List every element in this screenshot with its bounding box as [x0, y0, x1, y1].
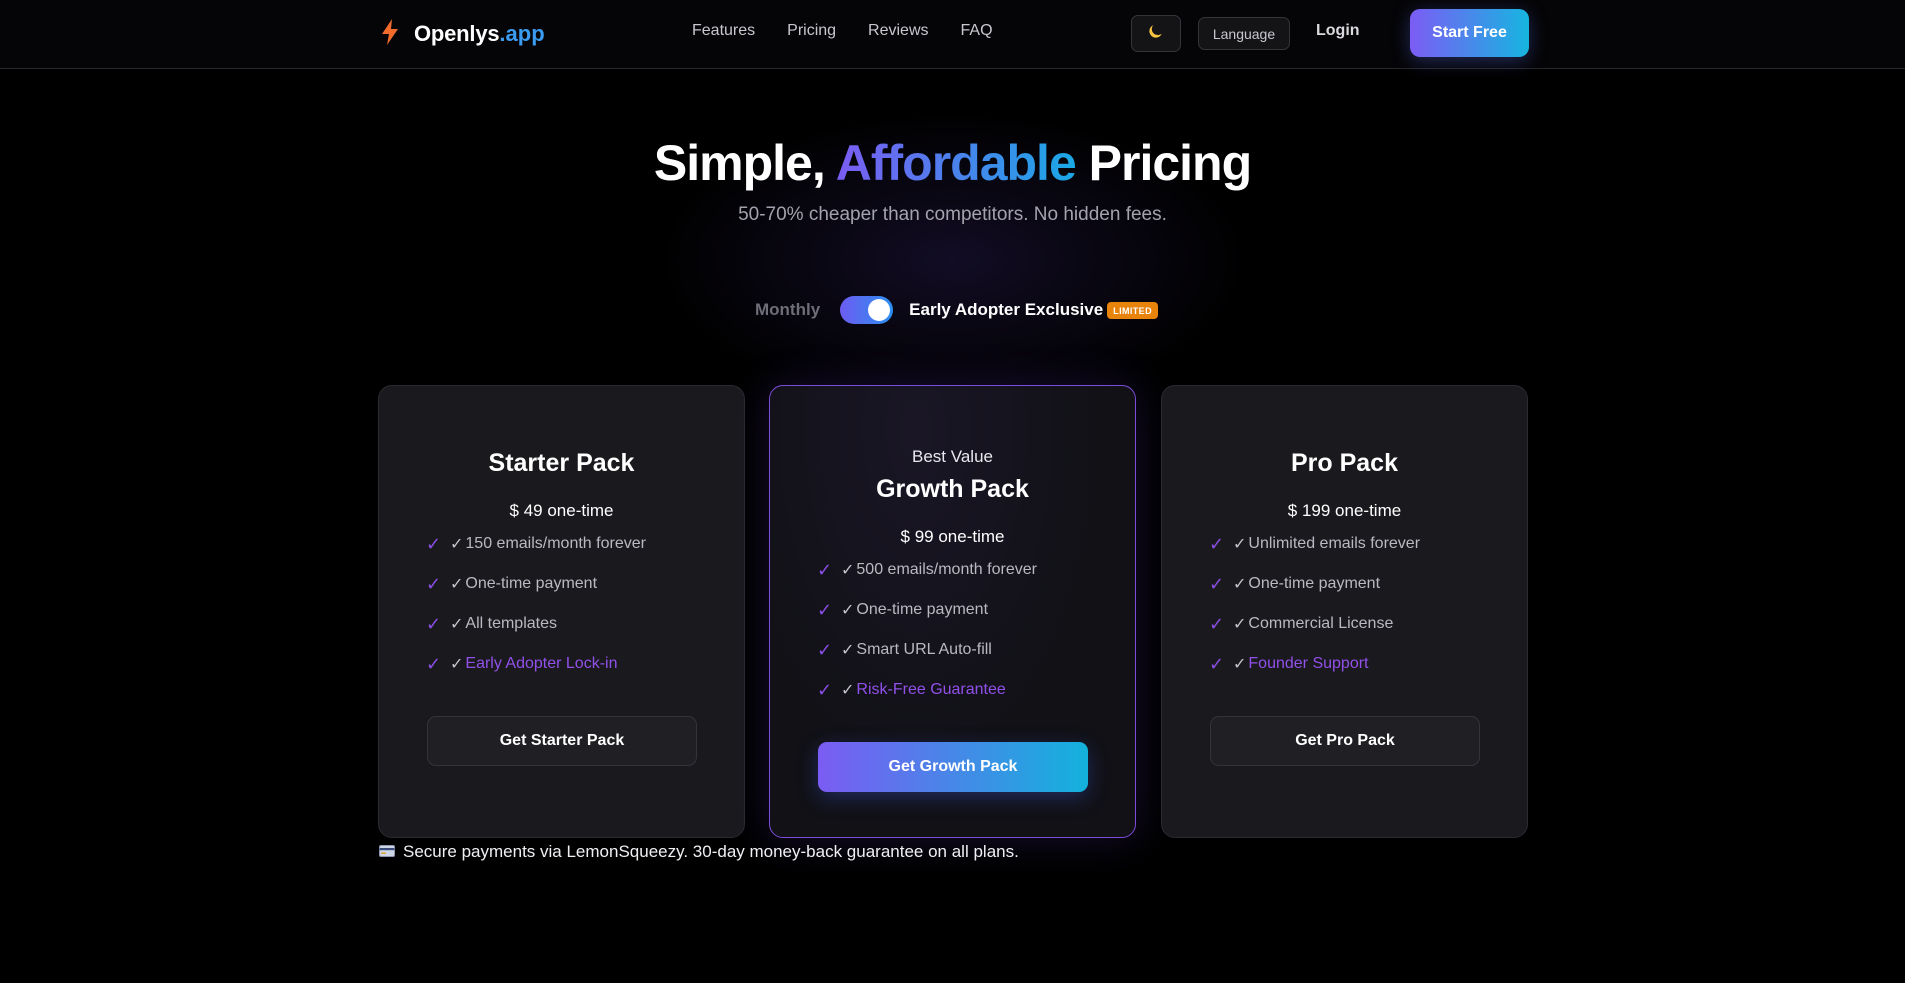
- feature-item: ✓ ✓ Commercial License: [1209, 613, 1394, 634]
- plan-card-starter: Starter Pack $ 49 one-time ✓ ✓ 150 emails/…: [378, 385, 745, 838]
- theme-toggle-button[interactable]: [1131, 15, 1181, 52]
- top-navbar: Openlys.app Features Pricing Reviews FAQ…: [0, 0, 1905, 69]
- credit-card-icon: [379, 842, 395, 862]
- check-icon: ✓: [1209, 533, 1225, 554]
- switch-knob: [868, 299, 891, 321]
- check-icon: ✓: [817, 639, 833, 660]
- feature-item: ✓ ✓ One-time payment: [426, 573, 598, 594]
- language-button[interactable]: Language: [1198, 17, 1290, 50]
- check-icon: ✓: [1209, 573, 1225, 594]
- feature-item: ✓ ✓ One-time payment: [1209, 573, 1381, 594]
- check-icon: ✓: [1209, 613, 1225, 634]
- nav-link-faq[interactable]: FAQ: [961, 22, 993, 40]
- brand-tld: .app: [499, 21, 545, 46]
- footnote-text: Secure payments via LemonSqueezy. 30-day…: [403, 842, 1019, 861]
- page-title: Simple, Affordable Pricing: [0, 132, 1905, 194]
- plan-price: $ 49 one-time: [509, 501, 614, 520]
- moon-icon: [1148, 23, 1164, 44]
- get-starter-pack-button[interactable]: Get Starter Pack: [427, 716, 697, 766]
- title-part-2: Pricing: [1075, 135, 1252, 191]
- best-value-label: Best Value: [912, 447, 993, 466]
- plan-price: $ 99 one-time: [900, 527, 1005, 546]
- lightning-bolt-icon: [380, 18, 400, 50]
- early-adopter-label[interactable]: Early Adopter Exclusive: [909, 300, 1103, 320]
- check-icon: ✓: [426, 533, 442, 554]
- plan-features: ✓ ✓ Unlimited emails forever ✓ ✓ One-time pa…: [1209, 524, 1420, 684]
- plan-name: Growth Pack: [876, 475, 1029, 503]
- check-icon: ✓: [817, 599, 833, 620]
- feature-item: ✓ ✓ Smart URL Auto-fill: [817, 639, 992, 660]
- page-subtitle: 50-70% cheaper than competitors. No hidd…: [738, 204, 1167, 225]
- billing-switch[interactable]: [840, 296, 894, 324]
- payment-footnote: Secure payments via LemonSqueezy. 30-day…: [379, 840, 1019, 864]
- plan-name: Pro Pack: [1290, 449, 1398, 477]
- plan-card-pro: Pro Pack $ 199 one-time ✓ ✓ Unlimited emai…: [1161, 385, 1528, 838]
- feature-item: ✓ ✓ Early Adopter Lock-in: [426, 653, 618, 674]
- plan-card-growth: Best Value Growth Pack $ 99 one-time ✓ ✓ 5…: [769, 385, 1136, 838]
- check-icon: ✓: [817, 559, 833, 580]
- title-accent: Affordable: [835, 135, 1077, 191]
- get-growth-pack-button[interactable]: Get Growth Pack: [818, 742, 1088, 792]
- nav-link-features[interactable]: Features: [692, 22, 755, 40]
- check-icon: ✓: [1209, 653, 1225, 674]
- plan-price: $ 199 one-time: [1287, 501, 1402, 520]
- monthly-label[interactable]: Monthly: [755, 300, 820, 320]
- feature-item: ✓ ✓ 150 emails/month forever: [426, 533, 646, 554]
- brand-name: Openlys: [414, 21, 500, 46]
- feature-item: ✓ ✓ All templates: [426, 613, 557, 634]
- login-link[interactable]: Login: [1316, 22, 1360, 40]
- nav-link-reviews[interactable]: Reviews: [868, 22, 928, 40]
- feature-item: ✓ ✓ One-time payment: [817, 599, 989, 620]
- plan-features: ✓ ✓ 150 emails/month forever ✓ ✓ One-time pa…: [426, 524, 646, 684]
- plan-name: Starter Pack: [488, 449, 635, 477]
- feature-item: ✓ ✓ Founder Support: [1209, 653, 1369, 674]
- check-icon: ✓: [426, 573, 442, 594]
- start-free-button[interactable]: Start Free: [1410, 9, 1529, 57]
- feature-item: ✓ ✓ 500 emails/month forever: [817, 559, 1037, 580]
- nav-links: Features Pricing Reviews FAQ: [692, 22, 993, 40]
- plan-features: ✓ ✓ 500 emails/month forever ✓ ✓ One-time pa…: [817, 550, 1037, 710]
- check-icon: ✓: [426, 653, 442, 674]
- get-pro-pack-button[interactable]: Get Pro Pack: [1210, 716, 1480, 766]
- brand-logo[interactable]: Openlys.app: [380, 18, 545, 50]
- check-icon: ✓: [426, 613, 442, 634]
- title-part-1: Simple,: [653, 135, 836, 191]
- nav-link-pricing[interactable]: Pricing: [787, 22, 836, 40]
- limited-badge: LIMITED: [1107, 301, 1158, 319]
- check-icon: ✓: [817, 679, 833, 700]
- feature-item: ✓ ✓ Unlimited emails forever: [1209, 533, 1421, 554]
- billing-toggle-row: Monthly Early Adopter Exclusive LIMITED: [755, 295, 1158, 325]
- feature-item: ✓ ✓ Risk-Free Guarantee: [817, 679, 1006, 700]
